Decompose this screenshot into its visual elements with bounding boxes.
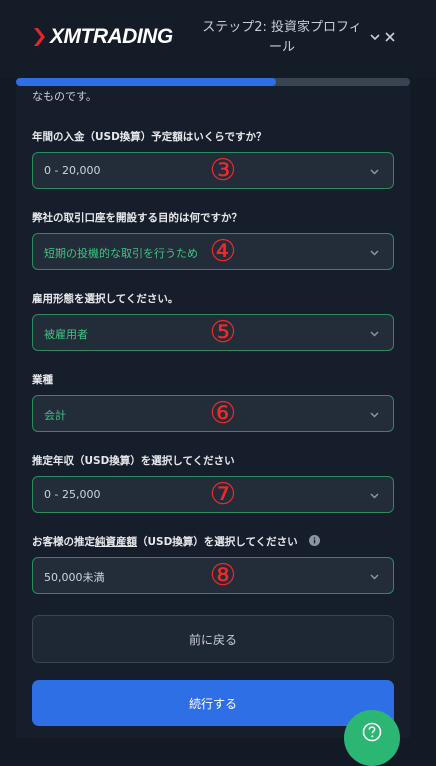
xm-logo-mark-icon [34, 28, 45, 46]
question-label-industry: 業種 [32, 374, 53, 386]
net-worth-term-link[interactable]: 純資産額 [95, 536, 137, 548]
label-prefix: お客様の推定 [32, 536, 95, 548]
logo-text: XMTRADING [50, 25, 173, 48]
logo[interactable]: XMTRADING [32, 24, 173, 50]
annual-income-select[interactable]: 0 - 25,000 ⑦ [32, 476, 394, 513]
step-title: ステップ2: 投資家プロフィール [202, 20, 362, 55]
question-label-annual-income: 推定年収（USD換算）を選択してください [32, 455, 235, 467]
employment-status-select[interactable]: 被雇用者 ⑤ [32, 314, 394, 351]
annotation-marker: ⑤ [209, 315, 237, 350]
continue-button[interactable]: 続行する [32, 680, 394, 726]
select-value: 被雇用者 [44, 328, 88, 341]
chevron-down-icon [370, 250, 379, 256]
annual-deposit-select[interactable]: 0 - 20,000 ③ [32, 152, 394, 189]
annotation-marker: ⑦ [209, 477, 237, 512]
industry-select[interactable]: 会計 ⑥ [32, 395, 394, 432]
header: XMTRADING ステップ2: 投資家プロフィール [0, 0, 436, 78]
question-label-employment-status: 雇用形態を選択してください。 [32, 293, 179, 305]
annotation-marker: ③ [209, 153, 237, 188]
question-label-net-worth: お客様の推定純資産額（USD換算）を選択してください [32, 534, 321, 549]
info-icon[interactable] [309, 535, 321, 546]
label-suffix: （USD換算）を選択してください [137, 536, 298, 548]
account-purpose-select[interactable]: 短期の投機的な取引を行うため ④ [32, 233, 394, 270]
chevron-down-icon [370, 331, 379, 337]
select-value: 50,000未満 [44, 571, 105, 584]
chevron-down-icon [370, 169, 379, 175]
chevron-down-icon [370, 493, 379, 499]
chevron-down-icon [370, 412, 379, 418]
intro-text: なものです。 [32, 90, 97, 103]
select-value: 0 - 20,000 [44, 164, 101, 177]
select-value: 短期の投機的な取引を行うため [44, 247, 198, 260]
annotation-marker: ⑥ [209, 396, 237, 431]
question-label-account-purpose: 弊社の取引口座を開設する目的は何ですか？ [32, 212, 242, 224]
question-label-annual-deposit: 年間の入金（USD換算）予定額はいくらですか？ [32, 131, 267, 143]
help-icon [362, 722, 382, 742]
progress-fill [16, 78, 277, 86]
back-button[interactable]: 前に戻る [32, 615, 394, 663]
chevron-down-icon [370, 574, 379, 580]
select-value: 会計 [44, 409, 66, 422]
progress-bar [16, 78, 410, 86]
annotation-marker: ④ [209, 234, 237, 269]
help-button[interactable] [344, 710, 400, 766]
annotation-marker: ⑧ [209, 558, 237, 593]
chevron-down-icon[interactable] [368, 30, 382, 44]
select-value: 0 - 25,000 [44, 488, 101, 501]
close-icon[interactable] [383, 30, 397, 44]
net-worth-select[interactable]: 50,000未満 ⑧ [32, 557, 394, 594]
